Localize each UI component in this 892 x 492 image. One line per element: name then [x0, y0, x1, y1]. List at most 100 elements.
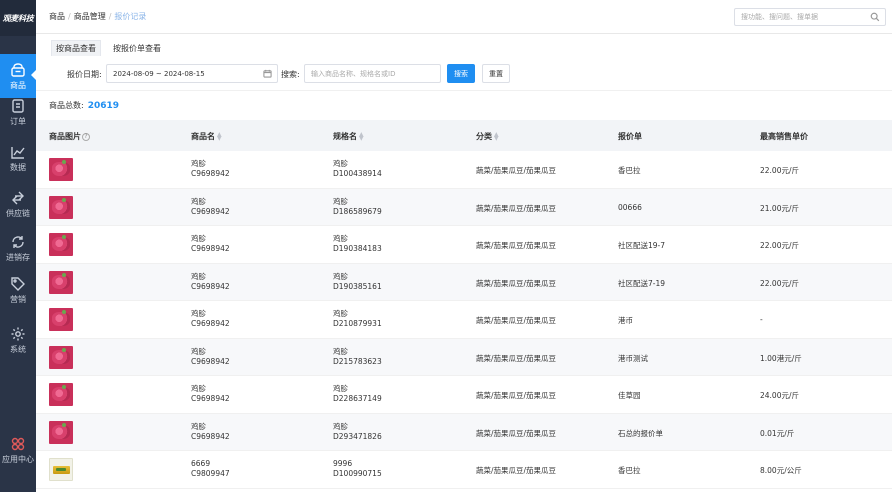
quote-record-table: 商品图片 ? 商品名 ▲ ▼ 规格名 ▲ ▼ 分类 ▲ ▼ 报价单 最高销售单价 鸡胗…	[36, 120, 892, 492]
goods-name: 鸡胗	[191, 384, 206, 393]
spec-cell: 鸡胗 D293471826	[333, 422, 382, 442]
spec-id: D100438914	[333, 169, 382, 178]
col-header-quote: 报价单	[618, 131, 642, 142]
search-icon[interactable]	[870, 12, 880, 22]
table-row: 鸡胗 C9698942 鸡胗 D215783623 蔬菜/茄果瓜豆/茄果瓜豆 港币测…	[36, 338, 892, 376]
sort-icon[interactable]: ▲ ▼	[217, 131, 222, 141]
spec-id: D228637149	[333, 394, 382, 403]
category-cell: 蔬菜/茄果瓜豆/茄果瓜豆	[476, 203, 557, 213]
col-header-label: 商品图片	[49, 132, 81, 141]
goods-code: C9698942	[191, 319, 230, 328]
sidebar: 观麦科技 商品 订单 数据 供应链 进销存 营销 系统 应用中心	[0, 0, 36, 492]
goods-name-cell: 鸡胗 C9698942	[191, 159, 230, 179]
category-cell: 蔬菜/茄果瓜豆/茄果瓜豆	[476, 428, 557, 438]
spec-name: 鸡胗	[333, 159, 348, 168]
category-cell: 蔬菜/茄果瓜豆/茄果瓜豆	[476, 466, 557, 475]
quote-cell: 00666	[618, 202, 642, 212]
table-row: 鸡胗 C9698942 鸡胗 D186589679 蔬菜/茄果瓜豆/茄果瓜豆 006…	[36, 188, 892, 226]
top-bar: 商品 / 商品管理 / 报价记录	[36, 0, 892, 34]
table-row: 鸡胗 C9698942 鸡胗 D293471826 蔬菜/茄果瓜豆/茄果瓜豆 石总的…	[36, 413, 892, 451]
product-thumbnail[interactable]	[49, 308, 73, 331]
quote-cell: 港币测试	[618, 353, 648, 363]
goods-name: 鸡胗	[191, 309, 206, 318]
spec-cell: 鸡胗 D215783623	[333, 347, 382, 367]
goods-name: 鸡胗	[191, 196, 206, 206]
price-cell: 22.00元/斤	[760, 278, 799, 288]
product-thumbnail[interactable]	[49, 158, 73, 181]
breadcrumb-separator: /	[68, 12, 71, 21]
col-header-name[interactable]: 商品名 ▲ ▼	[191, 131, 222, 142]
product-thumbnail[interactable]	[49, 233, 73, 256]
sidebar-item-app-center[interactable]: 应用中心	[0, 428, 36, 472]
sidebar-item-orders[interactable]: 订单	[0, 90, 36, 134]
spec-cell: 鸡胗 D190384183	[333, 234, 382, 254]
price-cell: 22.00元/斤	[760, 241, 799, 250]
spec-id: D215783623	[333, 356, 382, 366]
gear-icon	[11, 327, 25, 340]
spec-id: D190384183	[333, 244, 382, 253]
global-search-input[interactable]	[741, 13, 866, 21]
col-header-spec[interactable]: 规格名 ▲ ▼	[333, 131, 364, 142]
breadcrumb-item[interactable]: 商品管理	[74, 11, 106, 22]
spec-name: 鸡胗	[333, 271, 348, 281]
reset-button[interactable]: 重置	[482, 64, 510, 83]
view-tabs: 按商品查看 按报价单查看	[36, 34, 892, 56]
breadcrumb: 商品 / 商品管理 / 报价记录	[49, 11, 146, 22]
spec-name: 鸡胗	[333, 346, 348, 356]
global-search[interactable]	[734, 8, 886, 26]
product-thumbnail[interactable]	[49, 383, 73, 406]
goods-code: C9698942	[191, 281, 230, 291]
category-cell: 蔬菜/茄果瓜豆/茄果瓜豆	[476, 353, 557, 363]
goods-code: C9698942	[191, 356, 230, 366]
goods-name: 鸡胗	[191, 271, 206, 281]
spec-cell: 鸡胗 D186589679	[333, 197, 382, 217]
date-range-picker[interactable]: 2024-08-09 ~ 2024-08-15	[106, 64, 278, 83]
product-thumbnail[interactable]	[49, 458, 73, 481]
tab-by-goods[interactable]: 按商品查看	[51, 40, 101, 56]
sidebar-item-data[interactable]: 数据	[0, 136, 36, 180]
keyword-search-input[interactable]	[304, 64, 441, 83]
calendar-icon	[263, 69, 272, 78]
spec-id: D190385161	[333, 281, 382, 291]
spec-id: D293471826	[333, 431, 382, 441]
sort-icon[interactable]: ▲ ▼	[359, 131, 364, 141]
category-cell: 蔬菜/茄果瓜豆/茄果瓜豆	[476, 316, 557, 325]
filter-bar: 报价日期: 2024-08-09 ~ 2024-08-15 搜索: 搜索 重置	[36, 56, 892, 91]
sidebar-item-label: 系统	[10, 344, 26, 354]
goods-name-cell: 鸡胗 C9698942	[191, 384, 230, 404]
price-cell: 0.01元/斤	[760, 428, 795, 438]
category-cell: 蔬菜/茄果瓜豆/茄果瓜豆	[476, 166, 557, 175]
table-row: 6669 C9809947 9996 D100990715 蔬菜/茄果瓜豆/茄果瓜豆…	[36, 451, 892, 489]
goods-name-cell: 鸡胗 C9698942	[191, 309, 230, 329]
spec-cell: 鸡胗 D190385161	[333, 272, 382, 292]
spec-id: D100990715	[333, 469, 382, 478]
sidebar-item-supply-chain[interactable]: 供应链	[0, 182, 36, 226]
quote-cell: 佳草园	[618, 391, 641, 400]
help-icon[interactable]: ?	[82, 132, 90, 141]
goods-name-cell: 鸡胗 C9698942	[191, 347, 230, 367]
sidebar-item-label: 商品	[10, 80, 26, 90]
goods-name-cell: 鸡胗 C9698942	[191, 272, 230, 292]
product-thumbnail[interactable]	[49, 420, 73, 444]
sidebar-item-marketing[interactable]: 营销	[0, 268, 36, 312]
search-button[interactable]: 搜索	[447, 64, 475, 83]
quote-cell: 港币	[618, 316, 633, 325]
sort-icon[interactable]: ▲ ▼	[494, 131, 499, 141]
col-header-category[interactable]: 分类 ▲ ▼	[476, 131, 499, 142]
exchange-arrows-icon	[12, 191, 24, 204]
price-cell: 21.00元/斤	[760, 203, 799, 213]
category-cell: 蔬菜/茄果瓜豆/茄果瓜豆	[476, 278, 557, 288]
tab-by-quote[interactable]: 按报价单查看	[109, 40, 165, 56]
product-thumbnail[interactable]	[49, 345, 73, 369]
sidebar-item-inventory[interactable]: 进销存	[0, 226, 36, 270]
sidebar-item-system[interactable]: 系统	[0, 318, 36, 362]
col-header-label: 分类	[476, 132, 492, 141]
product-thumbnail[interactable]	[49, 270, 73, 294]
goods-code: C9809947	[191, 469, 230, 478]
breadcrumb-item[interactable]: 商品	[49, 11, 65, 22]
price-cell: 8.00元/公斤	[760, 466, 802, 475]
table-row: 鸡胗 C9698942 鸡胗 D210879931 蔬菜/茄果瓜豆/茄果瓜豆 港币 …	[36, 301, 892, 339]
table-row: 鸡胗 C9698942 鸡胗 D190385161 蔬菜/茄果瓜豆/茄果瓜豆 社区配…	[36, 263, 892, 301]
col-header-label: 规格名	[333, 132, 357, 141]
product-thumbnail[interactable]	[49, 195, 73, 219]
